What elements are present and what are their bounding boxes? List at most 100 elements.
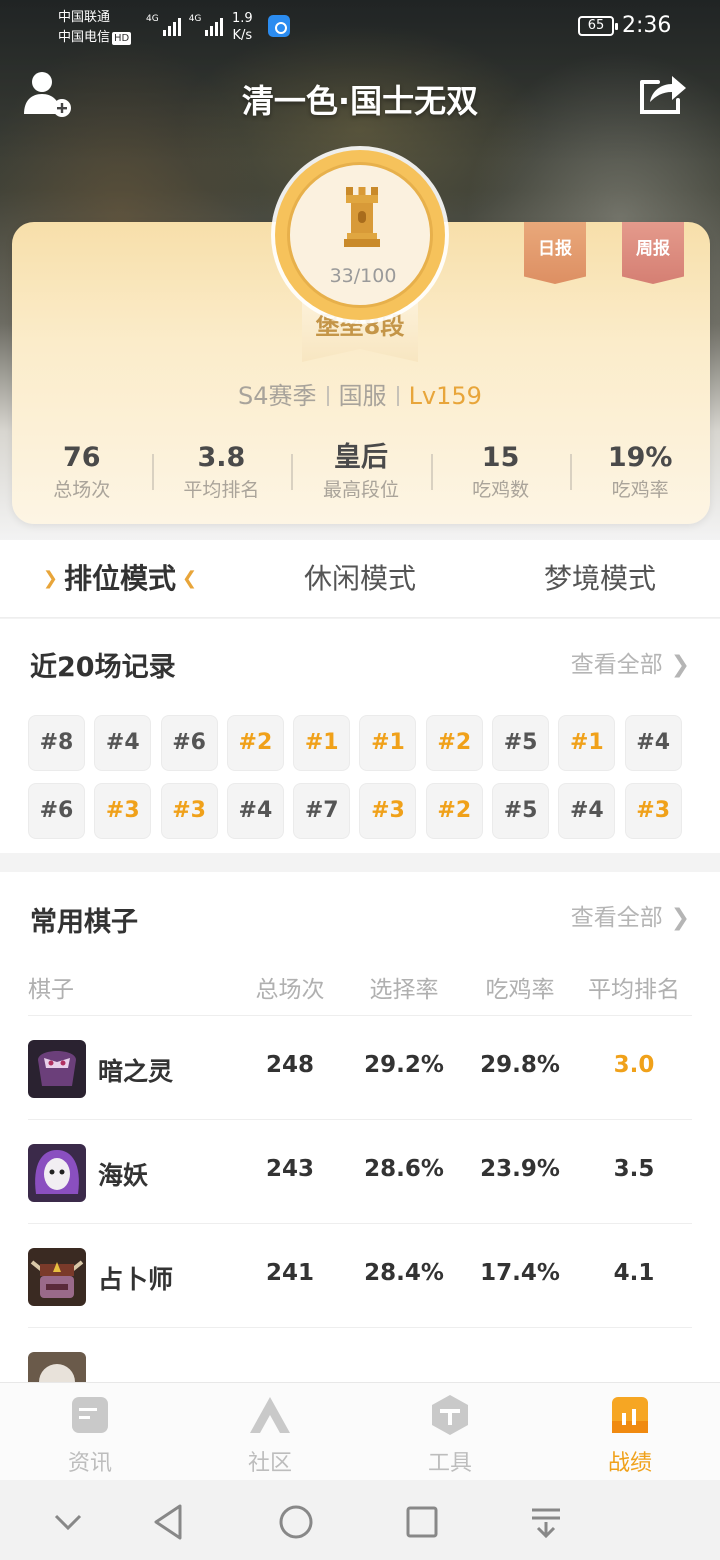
piece-name: 暗之灵 <box>98 1057 174 1086</box>
placement-chip[interactable]: #6 <box>160 715 218 771</box>
rook-icon <box>344 187 380 247</box>
player-level: Lv159 <box>408 382 482 410</box>
server: 国服 <box>338 382 387 410</box>
nav-community[interactable]: 社区 <box>180 1383 360 1480</box>
table-row-partial[interactable] <box>28 1328 692 1382</box>
placement-chip[interactable]: #1 <box>359 715 417 771</box>
share-icon[interactable] <box>638 70 688 116</box>
bottom-nav: 资讯 社区 工具 战绩 <box>0 1382 720 1480</box>
column-header: 吃鸡率 <box>485 977 555 1003</box>
tab-dream[interactable]: 梦境模式 <box>480 540 720 617</box>
placement-chip[interactable]: #3 <box>94 783 152 839</box>
rank-badge[interactable]: 33/100 <box>275 150 445 320</box>
page-title: 清一色·国士无双 <box>241 82 479 120</box>
placement-chip[interactable]: #2 <box>425 715 483 771</box>
weekly-report-button[interactable]: 周报 <box>622 222 684 284</box>
table-row[interactable]: 海妖 243 28.6% 23.9% 3.5 <box>28 1120 692 1224</box>
system-nav-bar <box>0 1480 720 1560</box>
back-icon[interactable] <box>150 1502 190 1542</box>
tab-casual[interactable]: 休闲模式 <box>240 540 480 617</box>
news-icon <box>72 1397 108 1433</box>
stat-total-games: 76 总场次 <box>53 442 111 501</box>
placement-chip[interactable]: #2 <box>226 715 284 771</box>
collapse-icon[interactable] <box>48 1502 88 1542</box>
tools-icon <box>432 1395 468 1435</box>
nav-news[interactable]: 资讯 <box>0 1383 180 1480</box>
pieces-title: 常用棋子 <box>30 907 138 938</box>
placement-chip[interactable]: #3 <box>624 783 682 839</box>
piece-avatar <box>28 1248 86 1306</box>
placement-chip[interactable]: #4 <box>226 783 284 839</box>
recent-matches: 近20场记录 查看全部 ❯ #8 #4 #6 #2 #1 #1 #2 #5 #1 #4 #6 #3 #3 #… <box>0 619 720 853</box>
piece-games: 243 <box>265 1156 314 1182</box>
placement-chip[interactable]: #8 <box>28 715 85 771</box>
table-row[interactable]: 暗之灵 248 29.2% 29.8% 3.0 <box>28 1016 692 1120</box>
profile-meta: S4赛季 国服 Lv159 <box>0 376 720 411</box>
placement-chip[interactable]: #5 <box>492 783 550 839</box>
stat-wins: 15 吃鸡数 <box>430 440 571 510</box>
placement-chip[interactable]: #7 <box>293 783 351 839</box>
piece-games: 248 <box>265 1052 314 1078</box>
recents-icon[interactable] <box>402 1502 442 1542</box>
piece-games: 241 <box>265 1260 314 1286</box>
piece-avg-rank: 4.1 <box>613 1260 655 1286</box>
rank-progress: 33/100 <box>329 265 397 287</box>
column-header: 棋子 <box>28 977 74 1003</box>
stat-highest-tier: 皇后 最高段位 <box>291 440 431 510</box>
piece-avatar <box>28 1352 86 1382</box>
record-icon <box>612 1397 648 1433</box>
piece-name: 海妖 <box>98 1161 149 1190</box>
pieces-view-all-link[interactable]: 查看全部 ❯ <box>571 898 690 932</box>
placement-chip[interactable]: #4 <box>94 715 152 771</box>
placement-chip[interactable]: #1 <box>558 715 616 771</box>
clock: 2:36 <box>622 13 672 38</box>
table-row[interactable]: 占卜师 241 28.4% 17.4% 4.1 <box>28 1224 692 1328</box>
chevron-right-icon: ❯ <box>42 568 58 589</box>
table-header: 棋子 总场次 选择率 吃鸡率 平均排名 <box>28 970 692 1016</box>
placement-chip[interactable]: #5 <box>492 715 550 771</box>
notification-icon[interactable] <box>526 1502 566 1542</box>
battery-icon: 65 <box>578 16 618 36</box>
mode-tabs: ❯ 排位模式 ❮ 休闲模式 梦境模式 <box>0 540 720 618</box>
profile-stats: 76 总场次 3.8 平均排名 皇后 最高段位 15 吃鸡数 19% 吃鸡率 <box>12 440 710 510</box>
piece-win-rate: 23.9% <box>480 1156 560 1182</box>
placement-chip[interactable]: #6 <box>28 783 85 839</box>
column-header: 选择率 <box>369 977 439 1003</box>
tab-ranked[interactable]: ❯ 排位模式 ❮ <box>0 540 240 617</box>
signal-icon: 4G 4G <box>146 14 224 36</box>
column-header: 平均排名 <box>588 977 680 1003</box>
status-bar: 中国联通 中国电信 HD 4G 4G 1.9 K/s 65 2:36 <box>0 0 720 52</box>
chevron-right-icon: ❯ <box>670 652 690 678</box>
piece-avatar <box>28 1040 86 1098</box>
placement-chip[interactable]: #1 <box>293 715 351 771</box>
recent-view-all-link[interactable]: 查看全部 ❯ <box>571 645 690 679</box>
stat-average-rank: 3.8 平均排名 <box>151 440 292 510</box>
piece-avatar <box>28 1144 86 1202</box>
stat-win-rate: 19% 吃鸡率 <box>570 440 710 510</box>
daily-report-button[interactable]: 日报 <box>524 222 586 284</box>
nav-tools[interactable]: 工具 <box>360 1383 540 1480</box>
placement-chip[interactable]: #4 <box>624 715 682 771</box>
placement-chip[interactable]: #3 <box>160 783 218 839</box>
top-bar: 清一色·国士无双 <box>0 60 720 130</box>
home-icon[interactable] <box>276 1502 316 1542</box>
recent-title: 近20场记录 <box>30 652 176 683</box>
placement-chip[interactable]: #2 <box>425 783 483 839</box>
piece-pick-rate: 28.4% <box>364 1260 444 1286</box>
placement-chip[interactable]: #4 <box>558 783 616 839</box>
divider <box>396 386 399 406</box>
piece-win-rate: 17.4% <box>480 1260 560 1286</box>
piece-avg-rank: 3.0 <box>613 1052 655 1078</box>
carrier-1: 中国联通 <box>58 10 111 25</box>
chevron-right-icon: ❯ <box>670 905 690 931</box>
piece-win-rate: 29.8% <box>480 1052 560 1078</box>
chevron-left-icon: ❮ <box>182 568 198 589</box>
community-icon <box>250 1397 290 1433</box>
carrier-info: 中国联通 中国电信 HD <box>58 8 132 48</box>
placement-chip[interactable]: #3 <box>359 783 417 839</box>
net-speed: 1.9 K/s <box>232 11 253 43</box>
nav-record[interactable]: 战绩 <box>540 1383 720 1480</box>
common-pieces: 常用棋子 查看全部 ❯ 棋子 总场次 选择率 吃鸡率 平均排名 暗之灵 248 2… <box>0 872 720 1382</box>
divider <box>326 386 329 406</box>
piece-avg-rank: 3.5 <box>613 1156 655 1182</box>
